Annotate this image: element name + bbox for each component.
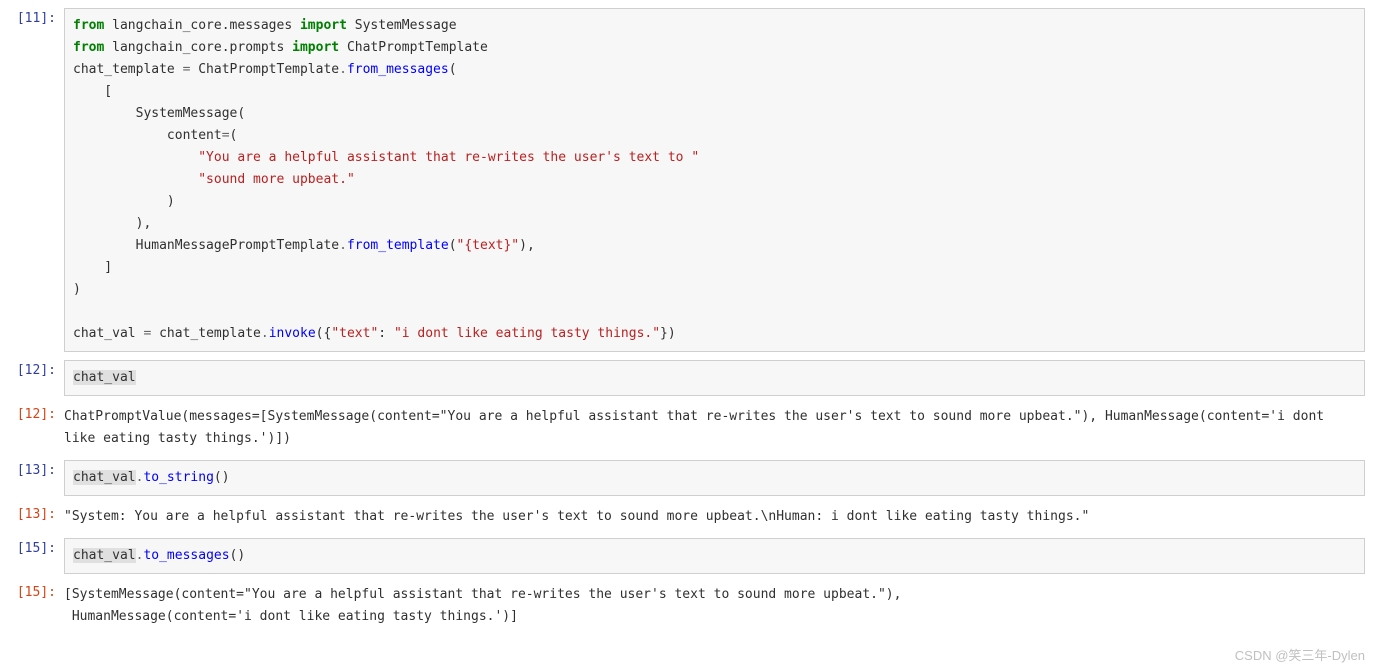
code-input-area[interactable]: chat_val.to_messages() <box>64 538 1365 574</box>
input-prompt: [12]: <box>0 360 64 396</box>
code-cell: [13]: chat_val.to_string() <box>0 460 1377 496</box>
code-content[interactable]: chat_val.to_string() <box>73 467 1356 489</box>
code-input-area[interactable]: chat_val.to_string() <box>64 460 1365 496</box>
output-content: [SystemMessage(content="You are a helpfu… <box>64 582 1365 630</box>
code-input-area[interactable]: from langchain_core.messages import Syst… <box>64 8 1365 352</box>
watermark: CSDN @笑三年-Dylen <box>1235 645 1365 664</box>
output-cell: [13]: "System: You are a helpful assista… <box>0 504 1377 530</box>
output-prompt: [15]: <box>0 582 64 630</box>
code-cell: [11]: from langchain_core.messages impor… <box>0 8 1377 352</box>
output-prompt: [12]: <box>0 404 64 452</box>
code-content[interactable]: chat_val <box>73 367 1356 389</box>
code-cell: [15]: chat_val.to_messages() <box>0 538 1377 574</box>
output-cell: [15]: [SystemMessage(content="You are a … <box>0 582 1377 630</box>
output-cell: [12]: ChatPromptValue(messages=[SystemMe… <box>0 404 1377 452</box>
input-prompt: [15]: <box>0 538 64 574</box>
code-content[interactable]: chat_val.to_messages() <box>73 545 1356 567</box>
code-cell: [12]: chat_val <box>0 360 1377 396</box>
output-prompt: [13]: <box>0 504 64 530</box>
output-content: ChatPromptValue(messages=[SystemMessage(… <box>64 404 1365 452</box>
input-prompt: [13]: <box>0 460 64 496</box>
code-input-area[interactable]: chat_val <box>64 360 1365 396</box>
code-content[interactable]: from langchain_core.messages import Syst… <box>73 15 1356 345</box>
input-prompt: [11]: <box>0 8 64 352</box>
output-content: "System: You are a helpful assistant tha… <box>64 504 1365 530</box>
